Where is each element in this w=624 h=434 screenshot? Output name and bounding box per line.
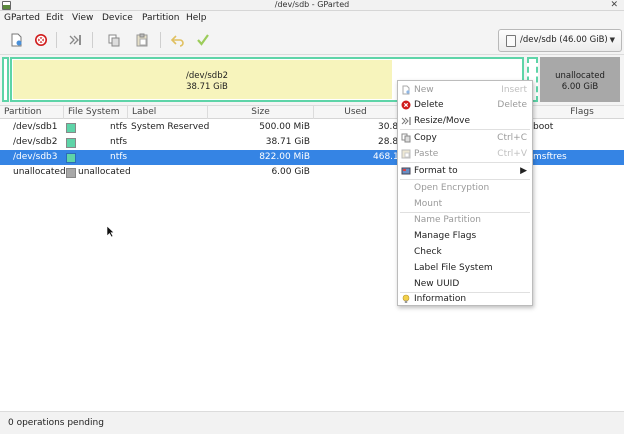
filesystem-swatch: [66, 168, 76, 178]
menu-view[interactable]: View: [72, 11, 93, 26]
apply-icon: [197, 34, 209, 46]
menu-gparted[interactable]: GParted: [4, 11, 40, 26]
drive-icon: [506, 35, 516, 47]
row-fs: ntfs: [110, 152, 128, 162]
filesystem-swatch: [66, 123, 76, 133]
column-file-system[interactable]: File System: [64, 106, 128, 119]
menu-item-information[interactable]: Information: [398, 291, 532, 307]
column-flags[interactable]: Flags: [540, 106, 624, 119]
row-fs: ntfs: [110, 122, 128, 132]
row-partition: /dev/sdb1: [13, 122, 58, 132]
column-label[interactable]: Label: [128, 106, 208, 119]
menu-device[interactable]: Device: [102, 11, 133, 26]
menu-item-resize-move[interactable]: Resize/Move: [398, 113, 532, 129]
paste-icon: [401, 149, 411, 159]
resize-move-button[interactable]: [65, 30, 85, 50]
menu-item-new-uuid[interactable]: New UUID: [398, 276, 532, 292]
device-selector[interactable]: /dev/sdb (46.00 GiB) ▼: [498, 29, 622, 52]
status-bar: 0 operations pending: [0, 411, 624, 434]
mouse-cursor-icon: [106, 225, 115, 238]
menu-help[interactable]: Help: [186, 11, 207, 26]
row-flags: msftres: [533, 152, 567, 162]
menu-item-name-partition[interactable]: Name Partition: [398, 212, 532, 228]
delete-icon: [401, 100, 411, 110]
undo-button[interactable]: [168, 30, 188, 50]
menu-edit[interactable]: Edit: [46, 11, 63, 26]
diskmap-unallocated-size: 6.00 GiB: [561, 82, 599, 92]
row-fs: ntfs: [110, 137, 128, 147]
menu-item-check[interactable]: Check: [398, 244, 532, 260]
row-used: 28.8: [378, 137, 399, 147]
row-partition: /dev/sdb2: [13, 137, 58, 147]
lightbulb-icon: [402, 294, 410, 303]
device-selector-label: /dev/sdb (46.00 GiB): [520, 35, 608, 45]
new-icon: [402, 85, 410, 95]
menu-bar: GParted Edit View Device Partition Help: [0, 11, 624, 26]
menu-item-format-to[interactable]: Format to ▶: [398, 163, 532, 179]
delete-icon: [35, 34, 47, 46]
new-partition-button[interactable]: [6, 30, 26, 50]
row-used: 30.8: [378, 122, 399, 132]
row-partition: /dev/sdb3: [13, 152, 58, 162]
diskmap-unallocated[interactable]: unallocated 6.00 GiB: [540, 57, 620, 102]
close-window-icon[interactable]: ✕: [610, 0, 618, 10]
column-used[interactable]: Used: [314, 106, 398, 119]
column-partition[interactable]: Partition: [0, 106, 64, 119]
new-icon: [11, 33, 22, 47]
row-size: 500.00 MiB: [259, 122, 310, 132]
menu-item-new[interactable]: New Insert: [398, 82, 532, 98]
row-size: 6.00 GiB: [271, 167, 310, 177]
menu-item-delete[interactable]: Delete Delete: [398, 97, 532, 113]
row-size: 822.00 MiB: [259, 152, 310, 162]
format-icon: [401, 167, 411, 175]
menu-item-manage-flags[interactable]: Manage Flags: [398, 228, 532, 244]
operations-pending-text: 0 operations pending: [8, 418, 104, 428]
row-size: 38.71 GiB: [265, 137, 310, 147]
copy-icon: [108, 34, 120, 47]
partition-context-menu: New Insert Delete Delete Resize/Move Cop…: [397, 80, 533, 306]
title-bar: /dev/sdb - GParted ✕: [0, 0, 624, 11]
filesystem-swatch: [66, 138, 76, 148]
diskmap-unallocated-name: unallocated: [555, 71, 605, 81]
copy-button[interactable]: [104, 30, 124, 50]
row-partition: unallocated: [13, 167, 66, 177]
undo-icon: [171, 35, 184, 47]
apply-button[interactable]: [193, 30, 213, 50]
window-title: /dev/sdb - GParted: [274, 0, 350, 9]
menu-item-label-file-system[interactable]: Label File System: [398, 260, 532, 276]
submenu-arrow-icon: ▶: [520, 166, 527, 176]
resize-move-icon: [401, 117, 411, 125]
resize-move-icon: [69, 35, 81, 45]
copy-icon: [401, 133, 411, 143]
menu-item-copy[interactable]: Copy Ctrl+C: [398, 130, 532, 146]
menu-item-paste[interactable]: Paste Ctrl+V: [398, 146, 532, 162]
row-fs: unallocated: [78, 167, 131, 177]
row-label: System Reserved: [131, 122, 210, 132]
paste-icon: [136, 33, 148, 47]
column-size[interactable]: Size: [208, 106, 314, 119]
delete-partition-button[interactable]: [31, 30, 51, 50]
menu-item-open-encryption[interactable]: Open Encryption: [398, 180, 532, 196]
row-used: 468.1: [373, 152, 399, 162]
chevron-down-icon: ▼: [609, 36, 615, 44]
row-flags: boot: [533, 122, 554, 132]
menu-partition[interactable]: Partition: [142, 11, 180, 26]
menu-item-mount[interactable]: Mount: [398, 196, 532, 212]
paste-button[interactable]: [132, 30, 152, 50]
filesystem-swatch: [66, 153, 76, 163]
